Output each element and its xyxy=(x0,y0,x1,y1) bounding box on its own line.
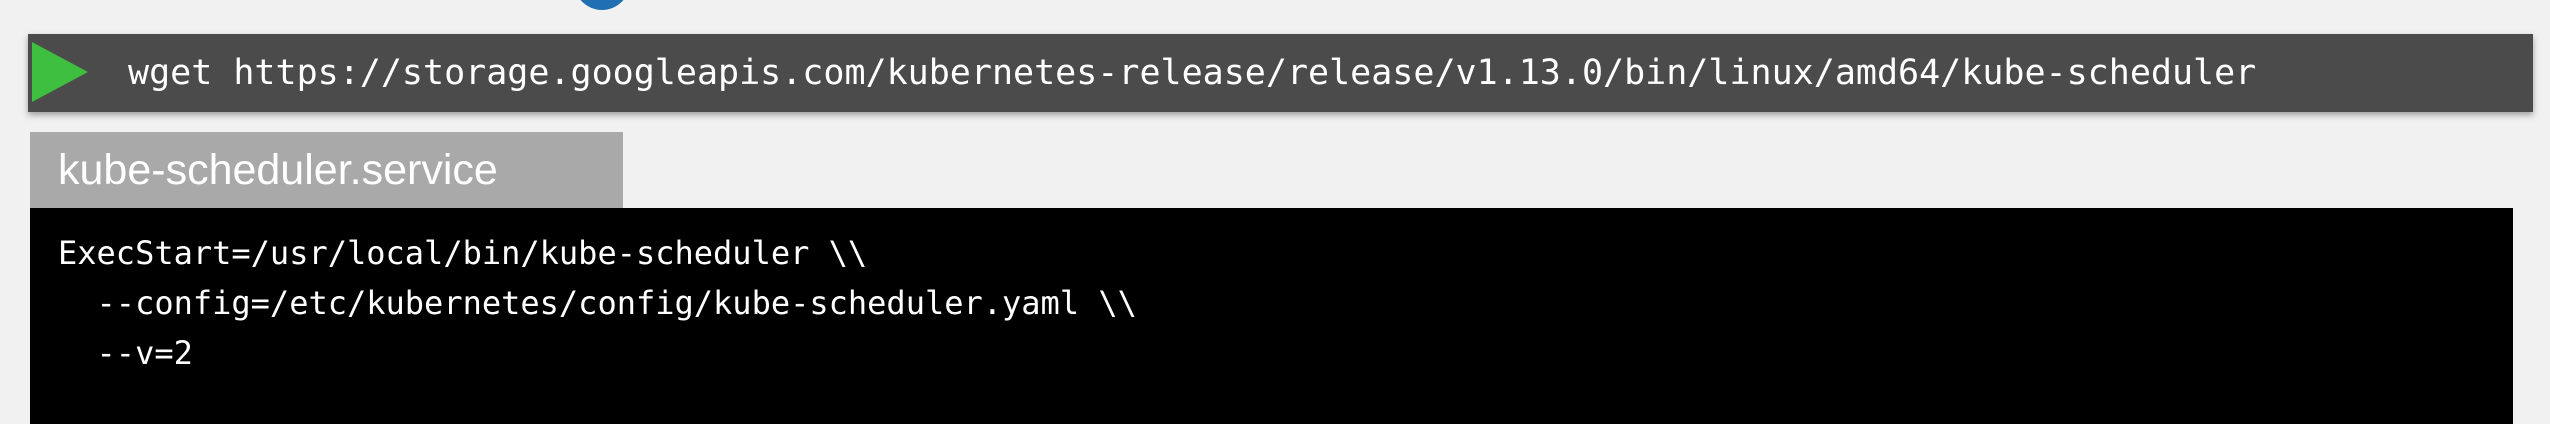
top-circle-decoration xyxy=(574,0,630,10)
command-bar: wget https://storage.googleapis.com/kube… xyxy=(28,34,2533,112)
file-tab: kube-scheduler.service xyxy=(30,132,623,208)
play-icon[interactable] xyxy=(32,42,88,102)
code-line: --config=/etc/kubernetes/config/kube-sch… xyxy=(58,284,1137,322)
code-block: ExecStart=/usr/local/bin/kube-scheduler … xyxy=(30,208,2513,424)
code-line: --v=2 xyxy=(58,334,193,372)
command-text: wget https://storage.googleapis.com/kube… xyxy=(128,53,2257,93)
file-name: kube-scheduler.service xyxy=(58,146,498,194)
code-line: ExecStart=/usr/local/bin/kube-scheduler … xyxy=(58,234,868,272)
